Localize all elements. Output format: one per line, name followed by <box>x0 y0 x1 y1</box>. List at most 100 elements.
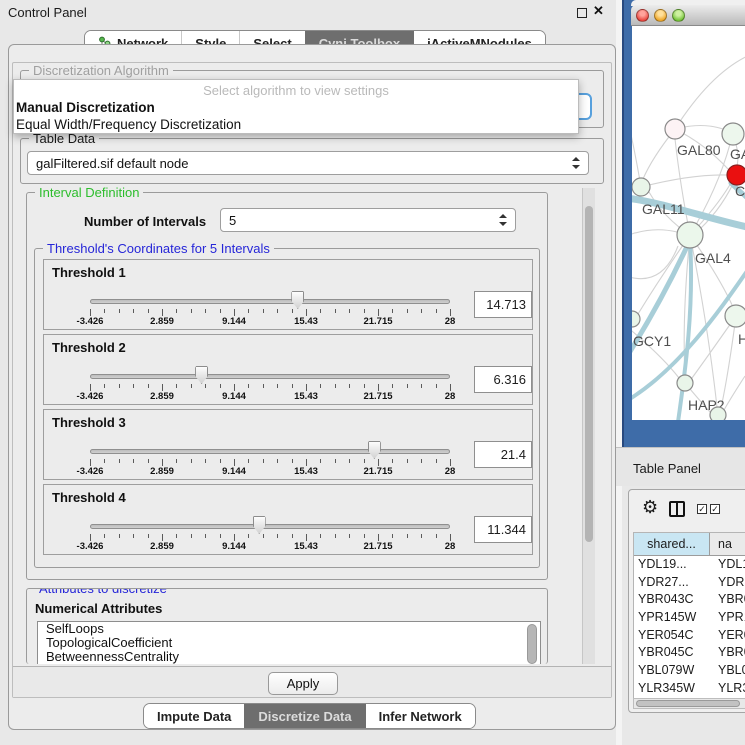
numerical-attributes-list[interactable]: SelfLoopsTopologicalCoefficientBetweenne… <box>37 621 541 664</box>
checkbox-icon[interactable]: ✓ <box>697 504 707 514</box>
slider-thumb[interactable] <box>368 441 381 459</box>
network-edge[interactable] <box>632 230 677 236</box>
slider-track[interactable] <box>90 374 450 379</box>
network-edge[interactable] <box>638 235 690 314</box>
network-edge[interactable] <box>724 376 745 410</box>
apply-button[interactable]: Apply <box>268 672 338 695</box>
cell-shared-name[interactable]: YDR27... <box>634 574 710 592</box>
cell-shared-name[interactable]: YBL079W <box>634 662 710 680</box>
cell-name[interactable]: YPR1 <box>710 609 745 627</box>
slider-tick <box>133 384 134 388</box>
table-horizontal-scrollbar[interactable] <box>633 698 745 709</box>
cell-shared-name[interactable]: YPR145W <box>634 609 710 627</box>
hap2-node[interactable] <box>677 375 693 391</box>
table-row[interactable]: YDR27...YDR2 <box>634 574 745 592</box>
cell-shared-name[interactable]: YER054C <box>634 627 710 645</box>
slider-tick <box>292 384 293 388</box>
checkbox-icon[interactable]: ✓ <box>710 504 720 514</box>
top-right-node[interactable] <box>722 123 744 145</box>
gcy1-node-label: GCY1 <box>633 333 671 349</box>
attribute-list-item[interactable]: SelfLoops <box>38 622 540 636</box>
cell-name[interactable]: YLR3 <box>710 680 745 698</box>
attribute-list-item[interactable]: TopologicalCoefficient <box>38 636 540 650</box>
close-traffic-light-icon[interactable] <box>636 9 649 22</box>
h-node[interactable] <box>725 305 745 327</box>
table-row[interactable]: YPR145WYPR1 <box>634 609 745 627</box>
dropdown-item-manual-discretization[interactable]: Manual Discretization <box>14 99 578 116</box>
cell-name[interactable]: YER0 <box>710 627 745 645</box>
threshold-value-field[interactable]: 21.4 <box>474 441 532 468</box>
red-node[interactable] <box>727 165 745 185</box>
panel-title: Control Panel <box>8 5 87 20</box>
column-header-shared-name[interactable]: shared... <box>634 533 710 555</box>
table-row[interactable]: YER054CYER0 <box>634 627 745 645</box>
cell-shared-name[interactable]: YLR345W <box>634 680 710 698</box>
minimize-traffic-light-icon[interactable] <box>654 9 667 22</box>
network-view-window[interactable]: GAL80GACGAL11GAL4GCY1HHAP2 <box>622 0 745 447</box>
number-of-intervals-spinner[interactable]: 5 <box>220 208 516 232</box>
network-canvas[interactable]: GAL80GACGAL11GAL4GCY1HHAP2 <box>632 26 745 420</box>
tab-infer-network[interactable]: Infer Network <box>365 704 475 728</box>
slider-tick <box>234 534 235 541</box>
network-window-titlebar[interactable] <box>631 5 745 26</box>
cell-shared-name[interactable]: YBR045C <box>634 644 710 662</box>
slider-thumb[interactable] <box>253 516 266 534</box>
slider-tick <box>335 459 336 463</box>
slider-tick-label: 2.859 <box>150 541 174 552</box>
cell-name[interactable]: YDL1 <box>710 556 745 574</box>
cell-name[interactable]: YBL0 <box>710 662 745 680</box>
list-scrollbar[interactable] <box>527 624 537 664</box>
table-row[interactable]: YBR045CYBR0 <box>634 644 745 662</box>
table-row[interactable]: YLR345WYLR3 <box>634 680 745 698</box>
slider-tick <box>407 309 408 313</box>
threshold-value-field[interactable]: 11.344 <box>474 516 532 543</box>
cell-name[interactable]: YBR0 <box>710 591 745 609</box>
network-edge[interactable] <box>632 122 641 187</box>
cell-name[interactable]: YDR2 <box>710 574 745 592</box>
panel-scrollbar[interactable] <box>582 188 595 664</box>
threshold-panel-3: Threshold 3-3.4262.8599.14415.4321.71528… <box>43 409 533 480</box>
slider-tick <box>421 309 422 313</box>
gal11-node[interactable] <box>632 178 650 196</box>
slider-track[interactable] <box>90 299 450 304</box>
slider-tick <box>450 384 451 391</box>
cell-name[interactable]: YBR0 <box>710 644 745 662</box>
column-split-icon[interactable] <box>669 501 685 517</box>
cell-shared-name[interactable]: YDL19... <box>634 556 710 574</box>
dropdown-item-equal-width-frequency[interactable]: Equal Width/Frequency Discretization <box>14 116 578 133</box>
threshold-value-field[interactable]: 6.316 <box>474 366 532 393</box>
cell-shared-name[interactable]: YBR043C <box>634 591 710 609</box>
gear-icon[interactable]: ⚙ <box>642 499 658 517</box>
tab-discretize-data[interactable]: Discretize Data <box>244 704 364 728</box>
close-icon[interactable]: ✕ <box>593 3 604 19</box>
gal4-node[interactable] <box>677 222 703 248</box>
zoom-traffic-light-icon[interactable] <box>672 9 685 22</box>
table-row[interactable]: YBR043CYBR0 <box>634 591 745 609</box>
network-edge[interactable] <box>675 54 745 129</box>
table-row[interactable]: YBL079WYBL0 <box>634 662 745 680</box>
scrollbar-thumb[interactable] <box>636 700 740 707</box>
slider-tick-label: -3.426 <box>77 541 104 552</box>
threshold-value-field[interactable]: 14.713 <box>474 291 532 318</box>
gal80-node[interactable] <box>665 119 685 139</box>
slider-thumb[interactable] <box>195 366 208 384</box>
slider-thumb[interactable] <box>291 291 304 309</box>
attributes-group: Attributes to discretize Numerical Attri… <box>26 588 548 664</box>
network-edge[interactable] <box>641 175 727 187</box>
slider-tick-label: 21.715 <box>363 541 392 552</box>
column-header-name[interactable]: na <box>710 533 745 555</box>
slider-track[interactable] <box>90 524 450 529</box>
tab-impute-data[interactable]: Impute Data <box>144 704 244 728</box>
slider-tick-label: -3.426 <box>77 391 104 402</box>
bottom-node[interactable] <box>710 407 726 420</box>
slider-track[interactable] <box>90 449 450 454</box>
slider-tick <box>378 309 379 316</box>
slider-tick <box>364 384 365 388</box>
panel-scrollbar-thumb[interactable] <box>585 206 593 542</box>
slider-tick <box>263 309 264 313</box>
table-row[interactable]: YDL19...YDL1 <box>634 556 745 574</box>
slider-tick-label: 9.144 <box>222 391 246 402</box>
float-window-icon[interactable] <box>577 8 587 18</box>
table-data-combobox[interactable]: galFiltered.sif default node <box>27 151 589 175</box>
attribute-list-item[interactable]: BetweennessCentrality <box>38 650 540 664</box>
